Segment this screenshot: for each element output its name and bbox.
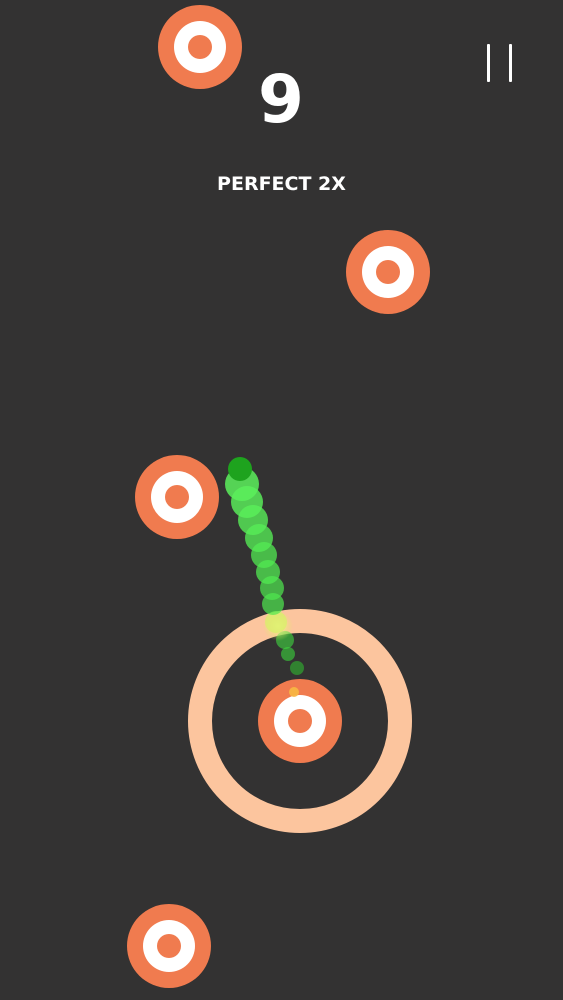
target [135, 455, 219, 539]
current-target [258, 679, 342, 763]
target [346, 230, 430, 314]
game-screen[interactable]: 9 PERFECT 2X [0, 0, 563, 1000]
target [127, 904, 211, 988]
pause-button[interactable] [478, 40, 522, 88]
combo-label: PERFECT 2X [217, 173, 346, 195]
ball-trail [225, 467, 304, 697]
ball [228, 457, 252, 481]
game-field[interactable] [0, 0, 563, 1000]
